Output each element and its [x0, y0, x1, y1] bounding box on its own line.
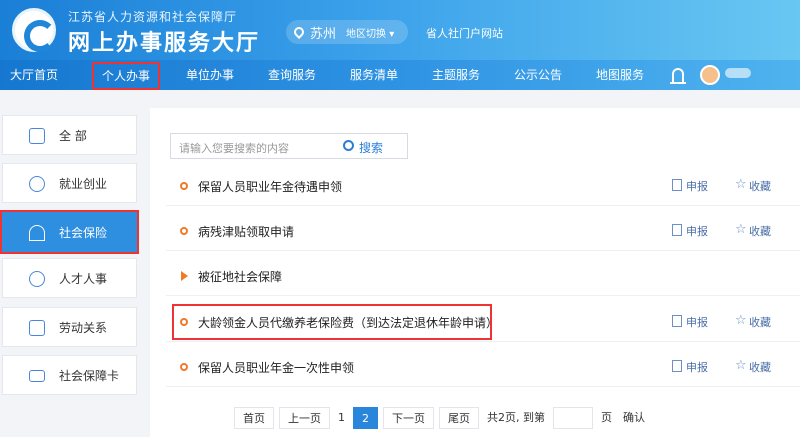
service-title[interactable]: 保留人员职业年金一次性申领: [198, 359, 354, 376]
region-switch-label[interactable]: 地区切换 ▾: [346, 25, 394, 40]
card-icon: [29, 370, 45, 382]
page-2-button[interactable]: 2: [353, 407, 378, 429]
username-blurred[interactable]: [725, 68, 751, 78]
nav-item-personal[interactable]: 个人办事: [92, 62, 161, 90]
list-item[interactable]: 保留人员职业年金一次性申领 申报 ☆ 收藏: [166, 347, 800, 387]
next-page-button[interactable]: 下一页: [383, 407, 434, 429]
nav-item-home[interactable]: 大厅首页: [10, 60, 58, 90]
search-box[interactable]: 请输入您要搜索的内容 搜索: [170, 133, 408, 159]
expand-triangle-icon[interactable]: [181, 271, 188, 281]
bullet-icon: [180, 363, 188, 371]
list-item[interactable]: 病残津贴领取申请 申报 ☆ 收藏: [166, 211, 800, 251]
apply-icon[interactable]: [672, 224, 682, 236]
favorite-button[interactable]: 收藏: [749, 178, 771, 194]
apply-button[interactable]: 申报: [686, 359, 708, 375]
service-title[interactable]: 保留人员职业年金待遇申领: [198, 178, 342, 195]
service-title[interactable]: 病残津贴领取申请: [198, 223, 294, 240]
logo-icon[interactable]: [12, 8, 56, 52]
highlight-box: [172, 304, 492, 340]
grid-icon: [29, 128, 45, 144]
apply-button[interactable]: 申报: [686, 223, 708, 239]
employment-icon: [29, 176, 45, 192]
star-icon[interactable]: ☆: [735, 222, 747, 237]
sidebar-item-ss-card[interactable]: 社会保障卡: [2, 355, 137, 395]
favorite-button[interactable]: 收藏: [749, 223, 771, 239]
sidebar-item-talent[interactable]: 人才人事: [2, 258, 137, 298]
apply-icon[interactable]: [672, 179, 682, 191]
pagination: 首页 上一页 1 2 下一页 尾页 共2页, 到第 页 确认: [234, 407, 648, 429]
nav-item-query[interactable]: 查询服务: [268, 60, 316, 90]
search-input[interactable]: 请输入您要搜索的内容: [179, 140, 289, 156]
last-page-button[interactable]: 尾页: [439, 407, 479, 429]
star-icon[interactable]: ☆: [735, 177, 747, 192]
people-icon: [29, 271, 45, 287]
sidebar-item-social-insurance[interactable]: 社会保险: [0, 210, 139, 254]
sidebar-item-employment[interactable]: 就业创业: [2, 163, 137, 203]
sidebar-item-labor[interactable]: 劳动关系: [2, 307, 137, 347]
sidebar-item-label: 就业创业: [59, 176, 108, 191]
service-title[interactable]: 被征地社会保障: [198, 268, 282, 285]
apply-button[interactable]: 申报: [686, 314, 708, 330]
umbrella-icon: [29, 225, 45, 241]
hall-title: 网上办事服务大厅: [68, 31, 261, 56]
nav-item-map[interactable]: 地图服务: [596, 60, 644, 90]
nav-item-unit[interactable]: 单位办事: [186, 60, 234, 90]
portal-link[interactable]: 省人社门户网站: [426, 25, 503, 41]
search-button[interactable]: 搜索: [359, 139, 383, 156]
star-icon[interactable]: ☆: [735, 358, 747, 373]
nav-item-notice[interactable]: 公示公告: [514, 60, 562, 90]
list-item[interactable]: 保留人员职业年金待遇申领 申报 ☆ 收藏: [166, 166, 800, 206]
avatar[interactable]: [700, 65, 720, 85]
sidebar-item-label: 社会保险: [59, 225, 108, 240]
sidebar-item-label: 人才人事: [59, 271, 108, 286]
location-pin-icon: [291, 24, 307, 40]
goto-page-input[interactable]: [553, 407, 593, 429]
sidebar-item-label: 劳动关系: [59, 320, 108, 335]
total-pages-text: 共2页, 到第: [487, 411, 545, 424]
search-icon[interactable]: [343, 140, 354, 151]
org-name: 江苏省人力资源和社会保障厅: [68, 10, 238, 24]
document-icon: [29, 320, 45, 336]
star-icon[interactable]: ☆: [735, 313, 747, 328]
bullet-icon: [180, 182, 188, 190]
list-item[interactable]: 被征地社会保障: [166, 256, 800, 296]
header-bar: 江苏省人力资源和社会保障厅 网上办事服务大厅 苏州 地区切换 ▾ 省人社门户网站: [0, 0, 800, 60]
apply-button[interactable]: 申报: [686, 178, 708, 194]
sidebar-item-all[interactable]: 全 部: [2, 115, 137, 155]
apply-icon[interactable]: [672, 315, 682, 327]
prev-page-button[interactable]: 上一页: [279, 407, 330, 429]
nav-item-service-list[interactable]: 服务清单: [350, 60, 398, 90]
sidebar-item-label: 全 部: [59, 128, 87, 143]
bell-icon[interactable]: [670, 68, 686, 84]
first-page-button[interactable]: 首页: [234, 407, 274, 429]
favorite-button[interactable]: 收藏: [749, 314, 771, 330]
city-name: 苏州: [310, 26, 337, 42]
page-suffix: 页: [601, 411, 612, 424]
sidebar-item-label: 社会保障卡: [59, 368, 120, 383]
apply-icon[interactable]: [672, 360, 682, 372]
confirm-button[interactable]: 确认: [620, 407, 648, 429]
favorite-button[interactable]: 收藏: [749, 359, 771, 375]
page-1-button[interactable]: 1: [335, 407, 348, 429]
region-selector[interactable]: 苏州 地区切换 ▾: [286, 20, 408, 44]
bullet-icon: [180, 227, 188, 235]
nav-item-theme[interactable]: 主题服务: [432, 60, 480, 90]
